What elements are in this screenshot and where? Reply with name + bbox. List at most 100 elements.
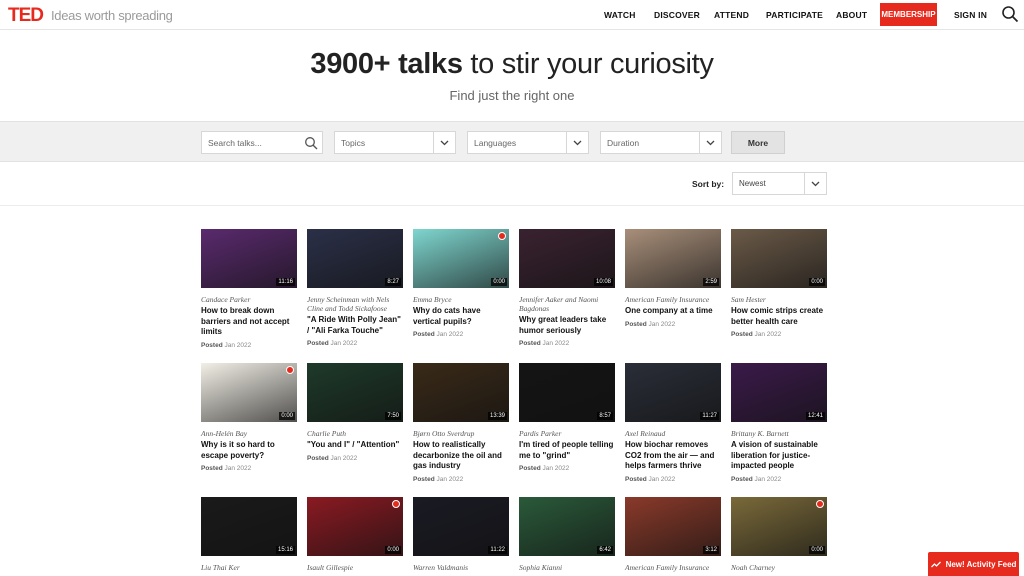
talk-card[interactable]: 15:16 Liu Thai Ker xyxy=(201,497,297,572)
duration-badge: 11:22 xyxy=(488,546,507,554)
languages-select[interactable]: Languages xyxy=(467,131,589,154)
talk-card[interactable]: 11:27 Axel Reinaud How biochar removes CO2… xyxy=(625,363,721,483)
talk-thumbnail[interactable]: 10:08 xyxy=(519,229,615,288)
search-input[interactable]: Search talks... xyxy=(201,131,323,154)
posted-date: Posted Jan 2022 xyxy=(413,331,509,338)
nav-watch[interactable]: WATCH xyxy=(604,10,636,20)
talk-title[interactable]: "A Ride With Polly Jean" / "Ali Farka To… xyxy=(307,315,403,336)
talk-title[interactable]: How biochar removes CO2 from the air — a… xyxy=(625,440,721,472)
talk-title[interactable]: "You and I" / "Attention" xyxy=(307,440,403,451)
talk-speaker: Bjørn Otto Sverdrup xyxy=(413,429,475,438)
talk-title[interactable]: How to break down barriers and not accep… xyxy=(201,306,297,338)
talk-title[interactable]: A vision of sustainable liberation for j… xyxy=(731,440,827,472)
talk-card[interactable]: 12:41 Brittany K. Barnett A vision of sust… xyxy=(731,363,827,483)
posted-label: Posted xyxy=(307,454,329,462)
talk-card[interactable]: 13:39 Bjørn Otto Sverdrup How to realistic… xyxy=(413,363,509,483)
duration-badge: 8:27 xyxy=(385,278,401,286)
talk-card[interactable]: 0:00 Ann-Helén Bay Why is it so hard to es… xyxy=(201,363,297,472)
talk-card[interactable]: 7:50 Charlie Puth "You and I" / "Attention… xyxy=(307,363,403,462)
sort-select[interactable]: Newest xyxy=(732,172,827,195)
talk-card[interactable]: 11:22 Warren Valdmanis xyxy=(413,497,509,572)
sort-value: Newest xyxy=(739,179,766,188)
nav-participate[interactable]: PARTICIPATE xyxy=(766,10,823,20)
nav-attend[interactable]: ATTEND xyxy=(714,10,749,20)
talk-card[interactable]: 0:00 Emma Bryce Why do cats have vertical … xyxy=(413,229,509,338)
talk-thumbnail[interactable]: 0:00 xyxy=(731,497,827,556)
talk-thumbnail[interactable]: 15:16 xyxy=(201,497,297,556)
posted-value: Jan 2022 xyxy=(542,465,570,472)
chevron-down-icon xyxy=(804,173,826,194)
duration-badge: 0:00 xyxy=(809,546,825,554)
talk-speaker: Isault Gillespie xyxy=(307,563,354,572)
talk-thumbnail[interactable]: 8:57 xyxy=(519,363,615,422)
duration-select[interactable]: Duration xyxy=(600,131,722,154)
talk-title[interactable]: One company at a time xyxy=(625,306,721,317)
posted-label: Posted xyxy=(413,475,435,483)
talk-thumbnail[interactable]: 11:16 xyxy=(201,229,297,288)
talk-thumbnail[interactable]: 3:12 xyxy=(625,497,721,556)
talk-thumbnail[interactable]: 8:27 xyxy=(307,229,403,288)
nav-about[interactable]: ABOUT xyxy=(836,10,867,20)
posted-value: Jan 2022 xyxy=(330,454,358,462)
talk-card[interactable]: 8:27 Jenny Scheinman with Nels Cline and … xyxy=(307,229,403,347)
talk-thumbnail[interactable]: 12:41 xyxy=(731,363,827,422)
posted-value: Jan 2022 xyxy=(754,475,782,483)
membership-button[interactable]: MEMBERSHIP xyxy=(880,3,937,26)
search-placeholder: Search talks... xyxy=(208,138,262,148)
languages-label: Languages xyxy=(474,138,517,148)
talk-card[interactable]: 0:00 Noah Charney xyxy=(731,497,827,572)
posted-label: Posted xyxy=(625,320,647,328)
talk-card[interactable]: 2:59 American Family Insurance One company… xyxy=(625,229,721,328)
talk-thumbnail[interactable]: 13:39 xyxy=(413,363,509,422)
talk-thumbnail[interactable]: 6:42 xyxy=(519,497,615,556)
talk-title[interactable]: Why is it so hard to escape poverty? xyxy=(201,440,297,461)
ted-logo[interactable]: TED xyxy=(8,5,44,27)
posted-date: Posted Jan 2022 xyxy=(731,331,827,338)
posted-value: Jan 2022 xyxy=(648,475,676,483)
talk-thumbnail[interactable]: 0:00 xyxy=(201,363,297,422)
talk-card[interactable]: 10:08 Jennifer Aaker and Naomi Bagdonas Wh… xyxy=(519,229,615,347)
talk-thumbnail[interactable]: 7:50 xyxy=(307,363,403,422)
posted-date: Posted Jan 2022 xyxy=(307,340,403,347)
talk-speaker: Brittany K. Barnett xyxy=(731,429,789,438)
posted-date: Posted Jan 2022 xyxy=(307,455,403,462)
talk-thumbnail[interactable]: 11:22 xyxy=(413,497,509,556)
talk-title[interactable]: Why great leaders take humor seriously xyxy=(519,315,615,336)
more-button[interactable]: More xyxy=(731,131,785,154)
talk-card[interactable]: 3:12 American Family Insurance xyxy=(625,497,721,572)
duration-badge: 2:59 xyxy=(703,278,719,286)
topics-select[interactable]: Topics xyxy=(334,131,456,154)
search-icon[interactable] xyxy=(304,136,318,150)
talk-card[interactable]: 11:16 Candace Parker How to break down bar… xyxy=(201,229,297,349)
talk-thumbnail[interactable]: 11:27 xyxy=(625,363,721,422)
talk-thumbnail[interactable]: 0:00 xyxy=(307,497,403,556)
talk-thumbnail[interactable]: 2:59 xyxy=(625,229,721,288)
talk-card[interactable]: 6:42 Sophia Kianni xyxy=(519,497,615,572)
talk-card[interactable]: 0:00 Isault Gillespie xyxy=(307,497,403,572)
tagline: Ideas worth spreading xyxy=(51,8,173,23)
talk-card[interactable]: 8:57 Pardis Parker I'm tired of people tel… xyxy=(519,363,615,472)
posted-label: Posted xyxy=(519,465,541,472)
talk-speaker: Jennifer Aaker and Naomi Bagdonas xyxy=(519,295,599,313)
posted-value: Jan 2022 xyxy=(754,331,782,338)
search-icon[interactable] xyxy=(1001,5,1019,23)
posted-date: Posted Jan 2022 xyxy=(519,340,615,347)
activity-feed-button[interactable]: New! Activity Feed xyxy=(928,552,1019,576)
posted-date: Posted Jan 2022 xyxy=(731,476,827,483)
duration-badge: 0:00 xyxy=(809,278,825,286)
chevron-down-icon xyxy=(566,132,588,153)
duration-badge: 8:57 xyxy=(597,412,613,420)
talk-thumbnail[interactable]: 0:00 xyxy=(731,229,827,288)
posted-value: Jan 2022 xyxy=(224,465,252,472)
talk-thumbnail[interactable]: 0:00 xyxy=(413,229,509,288)
talk-title[interactable]: I'm tired of people telling me to "grind… xyxy=(519,440,615,461)
talk-title[interactable]: How comic strips create better health ca… xyxy=(731,306,827,327)
new-badge-icon xyxy=(816,500,824,508)
duration-badge: 0:00 xyxy=(279,412,295,420)
filter-bar: Search talks... Topics Languages Duratio… xyxy=(0,121,1024,162)
talk-card[interactable]: 0:00 Sam Hester How comic strips create be… xyxy=(731,229,827,338)
sign-in-link[interactable]: SIGN IN xyxy=(954,10,987,20)
talk-title[interactable]: How to realistically decarbonize the oil… xyxy=(413,440,509,472)
talk-title[interactable]: Why do cats have vertical pupils? xyxy=(413,306,509,327)
nav-discover[interactable]: DISCOVER xyxy=(654,10,700,20)
